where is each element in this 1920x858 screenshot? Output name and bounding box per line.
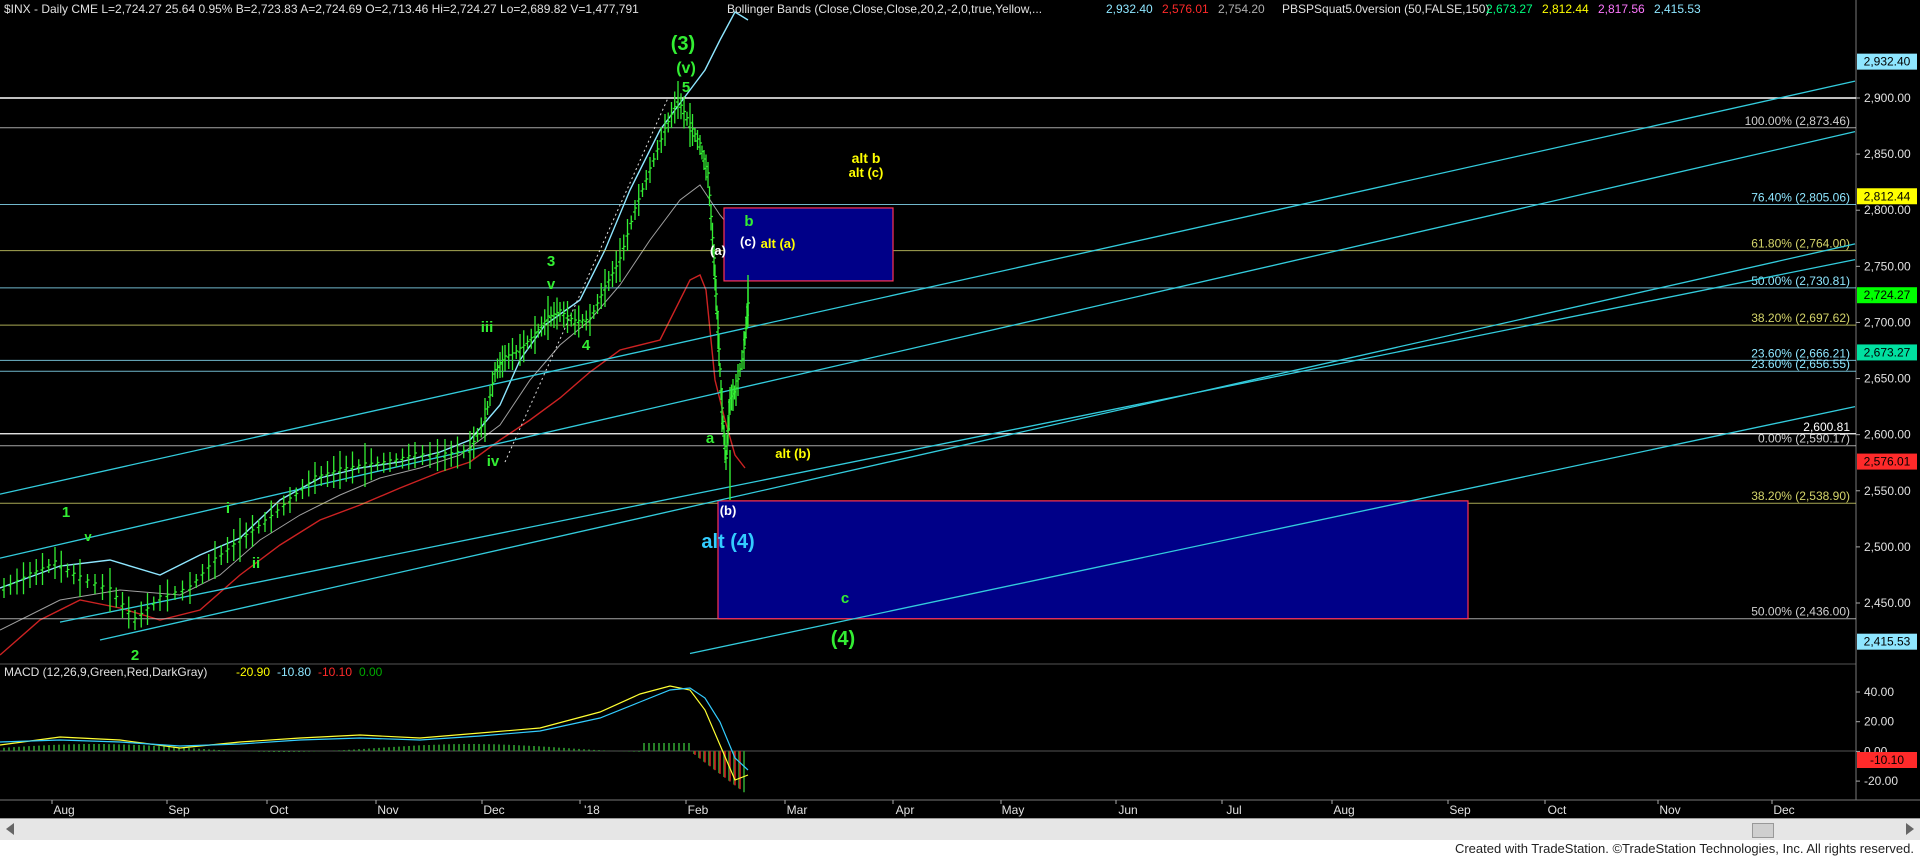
y-tick-label: 2,800.00 xyxy=(1864,203,1911,217)
bollinger-value: 2,754.20 xyxy=(1218,2,1265,16)
scroll-thumb[interactable] xyxy=(1752,823,1774,838)
y-tick-label: 2,700.00 xyxy=(1864,315,1911,329)
wave-label: alt (b) xyxy=(775,446,810,461)
wave-label: iii xyxy=(481,319,494,336)
wave-label: alt (4) xyxy=(701,531,754,553)
wave-label: 4 xyxy=(582,337,591,354)
scroll-left-icon[interactable] xyxy=(6,823,14,835)
x-tick-label: Aug xyxy=(1333,803,1354,817)
y-tick-label: 2,600.00 xyxy=(1864,428,1911,442)
wave-label: v xyxy=(547,276,556,293)
y-tick-label: 2,500.00 xyxy=(1864,540,1911,554)
fib-level-label: 38.20% (2,697.62) xyxy=(1751,311,1850,325)
bollinger-value: 2,576.01 xyxy=(1162,2,1209,16)
pbsp-value: 2,817.56 xyxy=(1598,2,1645,16)
fib-level-label: 50.00% (2,730.81) xyxy=(1751,274,1850,288)
x-tick-label: Nov xyxy=(1659,803,1680,817)
fib-level-label: 50.00% (2,436.00) xyxy=(1751,605,1850,619)
macd-value: -20.90 xyxy=(236,665,270,679)
y-tick-label: 2,750.00 xyxy=(1864,259,1911,273)
macd-tick-label: 20.00 xyxy=(1864,715,1894,729)
wave-label: alt (a) xyxy=(761,236,796,251)
wave-label: (3) xyxy=(671,33,695,55)
y-tick-label: 2,450.00 xyxy=(1864,596,1911,610)
wave-label: 5 xyxy=(682,79,690,96)
price-tag-label: 2,415.53 xyxy=(1864,635,1911,649)
x-tick-label: Dec xyxy=(483,803,504,817)
pbsp-value: 2,812.44 xyxy=(1542,2,1589,16)
chart-window: 100.00% (2,873.46) 76.40% (2,805.06) 61.80… xyxy=(0,0,1920,858)
x-tick-label: '18 xyxy=(584,803,600,817)
wave-label: (b) xyxy=(720,503,737,518)
chart-background xyxy=(0,0,1920,818)
x-tick-label: Oct xyxy=(270,803,289,817)
footer-credit: Created with TradeStation. ©TradeStation… xyxy=(1454,841,1914,856)
x-tick-label: Jul xyxy=(1226,803,1241,817)
x-tick-label: Mar xyxy=(787,803,808,817)
wave-label: ii xyxy=(252,555,260,572)
price-tag-label: 2,812.44 xyxy=(1864,189,1911,203)
macd-value: -10.80 xyxy=(277,665,311,679)
wave-label: v xyxy=(84,529,92,544)
macd-value: 0.00 xyxy=(359,665,383,679)
wave-label: 2 xyxy=(131,647,139,664)
price-tag-label: 2,576.01 xyxy=(1864,455,1911,469)
y-tick-label: 2,850.00 xyxy=(1864,147,1911,161)
wave-label: 1 xyxy=(62,504,70,521)
fib-level-label: 100.00% (2,873.46) xyxy=(1745,114,1850,128)
wave-label: a xyxy=(706,430,715,447)
macd-tick-label: 40.00 xyxy=(1864,685,1894,699)
y-tick-label: 2,650.00 xyxy=(1864,372,1911,386)
x-tick-label: Feb xyxy=(688,803,709,817)
wave-label: alt b xyxy=(852,150,881,166)
fib-level-label: 23.60% (2,656.55) xyxy=(1751,357,1850,371)
fib-level-label: 38.20% (2,538.90) xyxy=(1751,489,1850,503)
wave-label: c xyxy=(841,590,849,607)
macd-label: MACD (12,26,9,Green,Red,DarkGray) xyxy=(4,665,207,679)
wave-label: (c) xyxy=(740,234,756,249)
x-tick-label: Oct xyxy=(1548,803,1567,817)
wave-label: alt (c) xyxy=(849,165,884,180)
macd-value: -10.10 xyxy=(318,665,352,679)
price-tag-label: 2,673.27 xyxy=(1864,345,1911,359)
x-tick-label: Dec xyxy=(1773,803,1794,817)
macd-tick-label: -20.00 xyxy=(1864,774,1898,788)
price-chart[interactable]: 100.00% (2,873.46)76.40% (2,805.06)61.80… xyxy=(0,0,1920,818)
x-tick-label: Nov xyxy=(377,803,398,817)
x-tick-label: Apr xyxy=(896,803,915,817)
wave-label: (a) xyxy=(710,243,726,258)
support-level-label: 2,600.81 xyxy=(1803,420,1850,434)
y-tick-label: 2,550.00 xyxy=(1864,484,1911,498)
pbsp-label: PBSPSquat5.0version (50,FALSE,150) xyxy=(1282,2,1489,16)
wave-label: i xyxy=(226,500,230,517)
x-tick-label: Sep xyxy=(168,803,190,817)
wave-label: iv xyxy=(487,453,500,470)
bollinger-value: 2,932.40 xyxy=(1106,2,1153,16)
fib-level-label: 76.40% (2,805.06) xyxy=(1751,191,1850,205)
wave-label: (v) xyxy=(676,60,696,77)
wave-label: (4) xyxy=(831,628,855,650)
x-tick-label: Aug xyxy=(53,803,74,817)
footer: Created with TradeStation. ©TradeStation… xyxy=(0,840,1920,858)
scroll-right-icon[interactable] xyxy=(1906,823,1914,835)
symbol-info: $INX - Daily CME L=2,724.27 25.64 0.95% … xyxy=(4,2,639,16)
x-tick-label: Sep xyxy=(1449,803,1471,817)
pbsp-value: 2,673.27 xyxy=(1486,2,1533,16)
price-tag-label: 2,724.27 xyxy=(1864,288,1911,302)
bollinger-label: Bollinger Bands (Close,Close,Close,20,2,… xyxy=(727,2,1042,16)
x-tick-label: May xyxy=(1002,803,1025,817)
price-tag-label: 2,932.40 xyxy=(1864,55,1911,69)
wave-label: b xyxy=(744,213,753,230)
wave-label: 3 xyxy=(547,253,555,270)
time-scrollbar[interactable] xyxy=(0,818,1920,841)
y-tick-label: 2,900.00 xyxy=(1864,91,1911,105)
target-zone-box[interactable] xyxy=(717,500,1469,620)
macd-value-tag-label: -10.10 xyxy=(1870,753,1904,767)
x-tick-label: Jun xyxy=(1118,803,1137,817)
pbsp-value: 2,415.53 xyxy=(1654,2,1701,16)
